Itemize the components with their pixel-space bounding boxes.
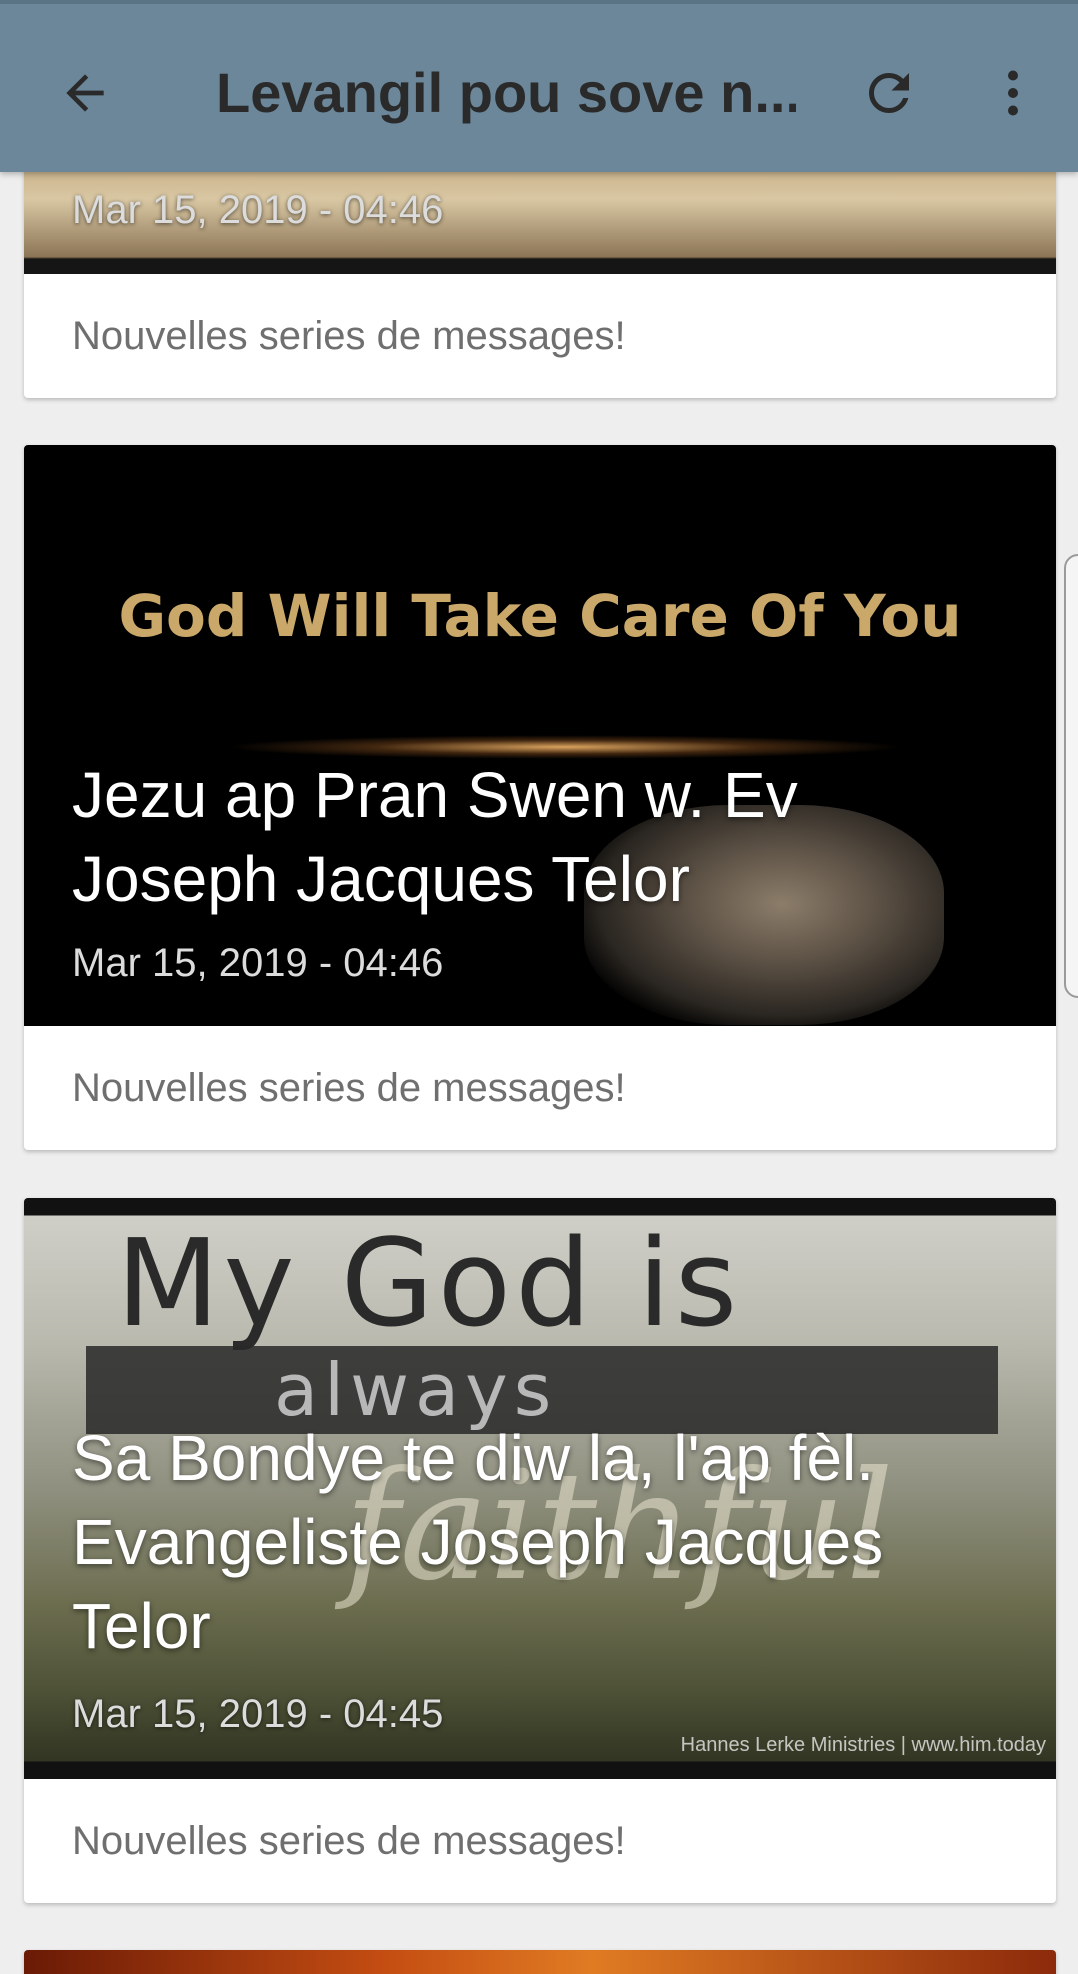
refresh-icon xyxy=(869,73,909,113)
refresh-button[interactable] xyxy=(844,48,934,138)
app-screen: Levangil pou sove n... Mar 15, 2019 - 04… xyxy=(0,0,1078,1974)
image-credit: Hannes Lerke Ministries | www.him.today xyxy=(680,1734,1046,1756)
image-overlay-text: God Will Take Care Of You xyxy=(118,582,962,650)
image-overlay-text: My God is xyxy=(116,1215,742,1354)
post-date: Mar 15, 2019 - 04:46 xyxy=(72,188,444,232)
post-date: Mar 15, 2019 - 04:45 xyxy=(72,1692,444,1736)
app-bar: Levangil pou sove n... xyxy=(0,0,1078,172)
post-card[interactable] xyxy=(24,1950,1056,1974)
post-image xyxy=(24,1950,1056,1974)
post-description: Nouvelles series de messages! xyxy=(72,1066,626,1110)
post-title: Sa Bondye te diw la, l'ap fèl. Evangelis… xyxy=(72,1422,884,1662)
post-title: Jezu ap Pran Swen w. Ev Joseph Jacques T… xyxy=(72,759,798,915)
post-card[interactable]: God Will Take Care Of You Jezu ap Pran S… xyxy=(24,445,1056,1150)
arrow-left-icon xyxy=(66,74,104,112)
overflow-menu-button[interactable] xyxy=(968,48,1058,138)
post-card[interactable]: My God is always faithful Sa Bondye te d… xyxy=(24,1198,1056,1903)
back-button[interactable] xyxy=(40,48,130,138)
post-date: Mar 15, 2019 - 04:46 xyxy=(72,941,444,985)
scroll-handle[interactable] xyxy=(1064,554,1078,998)
post-image: God Will Take Care Of You Jezu ap Pran S… xyxy=(24,445,1056,1026)
page-title: Levangil pou sove n... xyxy=(216,61,796,124)
post-image: My God is always faithful Sa Bondye te d… xyxy=(24,1198,1056,1779)
post-description: Nouvelles series de messages! xyxy=(72,314,626,358)
post-description: Nouvelles series de messages! xyxy=(72,1819,626,1863)
more-vert-icon xyxy=(1008,70,1018,116)
